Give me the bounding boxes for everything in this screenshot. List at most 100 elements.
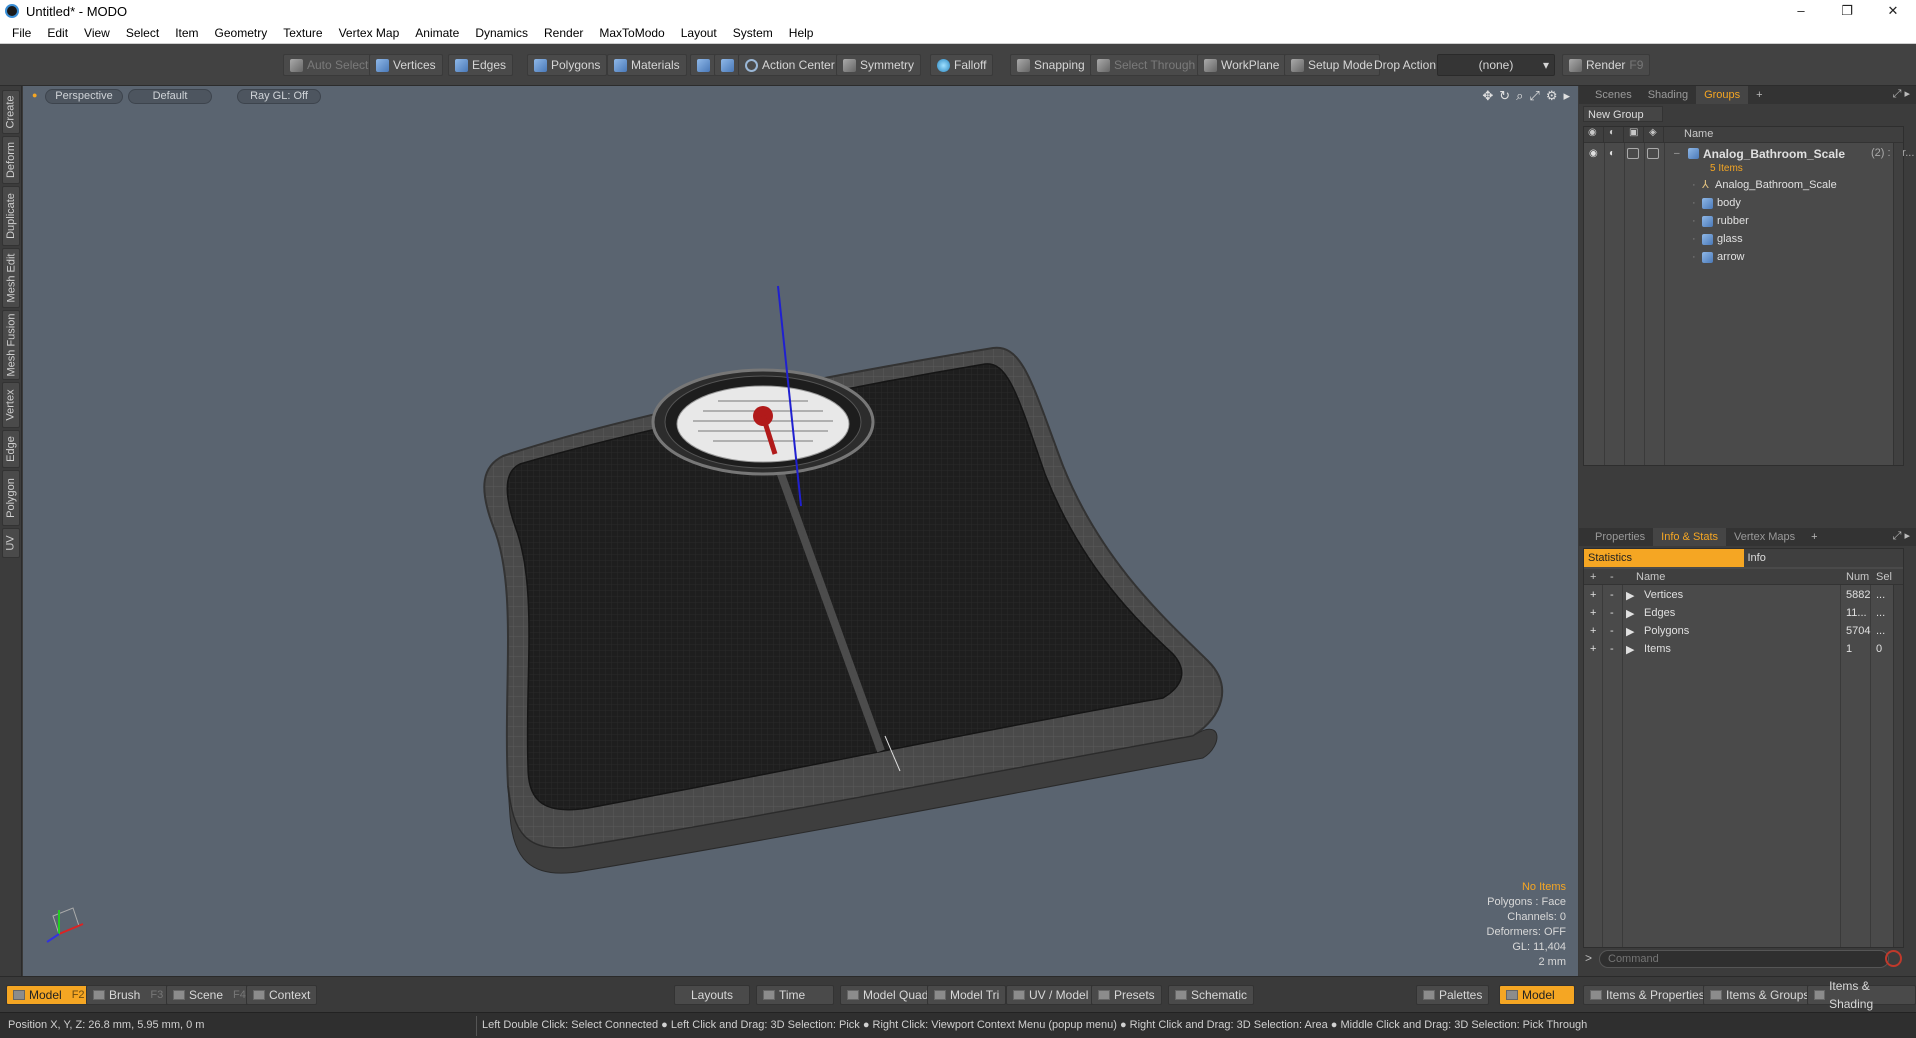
add-icon[interactable]: +	[1590, 607, 1596, 619]
tab-info-stats[interactable]: Info & Stats	[1653, 528, 1727, 546]
menu-dynamics[interactable]: Dynamics	[467, 22, 536, 44]
stop-record-icon[interactable]	[1885, 950, 1902, 967]
minimize-button[interactable]: –	[1778, 0, 1824, 22]
collapse-icon[interactable]: –	[1674, 148, 1680, 159]
render-button[interactable]: Render F9	[1562, 54, 1651, 76]
menu-system[interactable]: System	[725, 22, 781, 44]
tab-edge[interactable]: Edge	[2, 430, 20, 468]
menu-vertex-map[interactable]: Vertex Map	[331, 22, 408, 44]
model-right-button[interactable]: Model	[1499, 985, 1575, 1005]
menu-select[interactable]: Select	[118, 22, 167, 44]
snapping-button[interactable]: Snapping	[1010, 54, 1092, 76]
add-icon[interactable]: +	[1590, 625, 1596, 637]
3d-viewport[interactable]: ● Perspective Default Ray GL: Off ✥ ↻ ⌕ …	[23, 86, 1578, 976]
layouts-button[interactable]: Layouts	[674, 985, 750, 1005]
menu-layout[interactable]: Layout	[673, 22, 725, 44]
close-button[interactable]: ✕	[1870, 0, 1916, 22]
expand-arrow-icon[interactable]: ▶	[1626, 589, 1634, 602]
scene-layout-button[interactable]: Scene F4	[166, 985, 253, 1005]
table-row[interactable]: + - ▶ Polygons 5704 ...	[1584, 623, 1903, 641]
list-item[interactable]: · rubber	[1584, 213, 1903, 231]
items-groups-button[interactable]: Items & Groups	[1703, 985, 1817, 1005]
restore-button[interactable]: ❐	[1824, 0, 1870, 22]
tab-mesh-edit[interactable]: Mesh Edit	[2, 248, 20, 308]
groups-scrollbar[interactable]	[1893, 143, 1903, 465]
falloff-button[interactable]: Falloff	[930, 54, 994, 76]
drop-action-select[interactable]: (none) ▾	[1437, 54, 1555, 76]
add-tab-icon[interactable]: +	[1803, 528, 1825, 546]
menu-help[interactable]: Help	[781, 22, 822, 44]
table-row[interactable]: + - ▶ Edges 11... ...	[1584, 605, 1903, 623]
list-item[interactable]: · body	[1584, 195, 1903, 213]
menu-view[interactable]: View	[76, 22, 118, 44]
menu-texture[interactable]: Texture	[275, 22, 330, 44]
symmetry-button[interactable]: Symmetry	[836, 54, 921, 76]
tab-polygon[interactable]: Polygon	[2, 470, 20, 526]
presets-button[interactable]: Presets	[1091, 985, 1162, 1005]
subtab-statistics[interactable]: Statistics	[1584, 549, 1744, 567]
auto-select-button[interactable]: Auto Select	[283, 54, 376, 76]
materials-button[interactable]: Materials	[607, 54, 687, 76]
tab-duplicate[interactable]: Duplicate	[2, 186, 20, 246]
expand-all-icon[interactable]: +	[1590, 571, 1596, 583]
expand-panel-icon[interactable]: ⤢ ▸	[1893, 87, 1910, 101]
remove-icon[interactable]: -	[1610, 643, 1614, 655]
remove-icon[interactable]: -	[1610, 607, 1614, 619]
expand-arrow-icon[interactable]: ▶	[1626, 643, 1634, 656]
eye-icon[interactable]: ◉	[1589, 148, 1598, 159]
list-item[interactable]: · ⅄ Analog_Bathroom_Scale	[1584, 177, 1903, 195]
schematic-button[interactable]: Schematic	[1168, 985, 1255, 1005]
expand-panel-icon[interactable]: ⤢ ▸	[1893, 529, 1910, 543]
tab-properties[interactable]: Properties	[1587, 528, 1653, 546]
remove-icon[interactable]: -	[1610, 625, 1614, 637]
palettes-button[interactable]: Palettes	[1416, 985, 1490, 1005]
table-row[interactable]: + - ▶ Items 1 0	[1584, 641, 1903, 659]
statistics-scrollbar[interactable]	[1893, 585, 1903, 947]
render-col-icon[interactable]: ◐	[1604, 127, 1624, 143]
context-layout-button[interactable]: Context	[246, 985, 318, 1005]
list-item[interactable]: · arrow	[1584, 249, 1903, 267]
lock-checkbox[interactable]	[1627, 148, 1639, 159]
menu-file[interactable]: File	[4, 22, 39, 44]
menu-item[interactable]: Item	[167, 22, 206, 44]
new-group-button[interactable]: New Group	[1583, 106, 1663, 122]
select-checkbox[interactable]	[1647, 148, 1659, 159]
tab-mesh-fusion[interactable]: Mesh Fusion	[2, 310, 20, 380]
select-mode-a-button[interactable]	[690, 54, 717, 76]
remove-icon[interactable]: -	[1610, 589, 1614, 601]
tab-vertex[interactable]: Vertex	[2, 382, 20, 428]
model-layout-button[interactable]: Model F2	[6, 985, 92, 1005]
menu-edit[interactable]: Edit	[39, 22, 76, 44]
expand-arrow-icon[interactable]: ▶	[1626, 625, 1634, 638]
setup-mode-button[interactable]: Setup Mode	[1284, 54, 1380, 76]
menu-geometry[interactable]: Geometry	[207, 22, 276, 44]
add-icon[interactable]: +	[1590, 589, 1596, 601]
tab-uv[interactable]: UV	[2, 528, 20, 558]
add-icon[interactable]: +	[1590, 643, 1596, 655]
menu-maxtomodo[interactable]: MaxToModo	[591, 22, 672, 44]
workplane-button[interactable]: WorkPlane	[1197, 54, 1287, 76]
vertices-button[interactable]: Vertices	[369, 54, 443, 76]
model-tri-button[interactable]: Model Tri	[927, 985, 1007, 1005]
tab-create[interactable]: Create	[2, 90, 20, 134]
action-center-button[interactable]: Action Center	[738, 54, 842, 76]
menu-render[interactable]: Render	[536, 22, 591, 44]
select-mode-b-button[interactable]	[714, 54, 741, 76]
model-quad-button[interactable]: Model Quad	[840, 985, 936, 1005]
tab-groups[interactable]: Groups	[1696, 86, 1749, 104]
select-through-button[interactable]: Select Through	[1090, 54, 1203, 76]
visibility-col-icon[interactable]: ◉	[1584, 127, 1604, 143]
time-button[interactable]: Time	[756, 985, 834, 1005]
items-shading-button[interactable]: Items & Shading	[1807, 979, 1916, 1011]
expand-arrow-icon[interactable]: ▶	[1626, 607, 1634, 620]
tab-vertex-maps[interactable]: Vertex Maps	[1726, 528, 1803, 546]
menu-animate[interactable]: Animate	[407, 22, 467, 44]
tab-deform[interactable]: Deform	[2, 136, 20, 184]
brush-layout-button[interactable]: Brush F3	[86, 985, 171, 1005]
uv-model-button[interactable]: UV / Model	[1006, 985, 1096, 1005]
table-row[interactable]: + - ▶ Vertices 5882 ...	[1584, 587, 1903, 605]
edges-button[interactable]: Edges	[448, 54, 514, 76]
items-properties-button[interactable]: Items & Properties	[1583, 985, 1712, 1005]
collapse-all-icon[interactable]: -	[1610, 571, 1614, 583]
list-item[interactable]: · glass	[1584, 231, 1903, 249]
